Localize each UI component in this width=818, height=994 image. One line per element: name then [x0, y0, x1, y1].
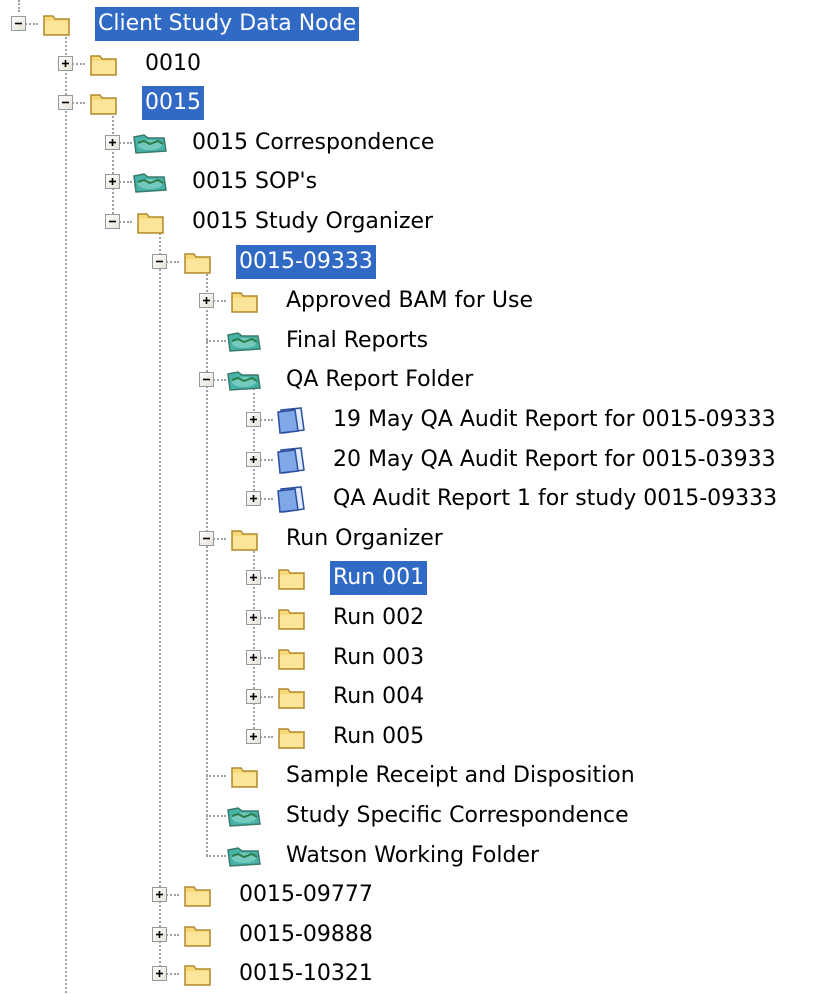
folder-icon [230, 762, 260, 794]
tree-node-0010[interactable]: 0010 [47, 44, 818, 84]
folder-icon [277, 564, 307, 596]
tree-node-run-005[interactable]: Run 005 [235, 717, 818, 757]
expand-icon[interactable] [105, 174, 120, 190]
tree-node-label[interactable]: Run 001 [330, 561, 428, 596]
network-folder-icon [224, 802, 264, 834]
tree-node-label[interactable]: Final Reports [283, 324, 431, 358]
tree-node-label[interactable]: Run 003 [330, 641, 427, 675]
tree-node-label[interactable]: Sample Receipt and Disposition [283, 759, 638, 793]
tree-node-label[interactable]: Client Study Data Node [95, 7, 360, 41]
collapse-icon[interactable] [11, 16, 26, 31]
tree-node-0015-correspondence[interactable]: 0015 Correspondence [94, 123, 818, 163]
tree-node-run-001[interactable]: Run 001 [235, 558, 818, 598]
folder-icon [277, 644, 307, 676]
expand-icon[interactable] [246, 491, 261, 507]
document-icon [275, 445, 307, 479]
folder-icon [183, 248, 213, 280]
expand-icon[interactable] [105, 134, 120, 150]
tree-node-label[interactable]: 0015 [142, 86, 204, 121]
tree-node-label[interactable]: 0015 Correspondence [189, 126, 437, 160]
tree-node-run-002[interactable]: Run 002 [235, 598, 818, 638]
expand-icon[interactable] [246, 451, 261, 467]
document-icon [275, 405, 307, 439]
tree-node-run-organizer[interactable]: Run Organizer [188, 519, 818, 559]
tree-node-label[interactable]: 0015-09777 [236, 878, 376, 912]
collapse-icon[interactable] [58, 95, 73, 111]
tree-node-label[interactable]: 20 May QA Audit Report for 0015-03933 [330, 443, 779, 477]
tree-node-0015-study-organizer[interactable]: 0015 Study Organizer [94, 202, 818, 242]
tree-node-0015-10321[interactable]: 0015-10321 [141, 954, 818, 994]
tree-node-study-specific-correspondence[interactable]: Study Specific Correspondence [188, 796, 818, 836]
tree-node-label[interactable]: QA Report Folder [283, 363, 476, 397]
tree-node-0015-09888[interactable]: 0015-09888 [141, 915, 818, 955]
tree-node-run-003[interactable]: Run 003 [235, 638, 818, 678]
tree-node-label[interactable]: Run 004 [330, 680, 427, 714]
tree-node-qa-report-folder[interactable]: QA Report Folder [188, 360, 818, 400]
network-folder-icon [130, 129, 170, 161]
tree-node-label[interactable]: Run Organizer [283, 522, 446, 556]
tree-node-label[interactable]: Study Specific Correspondence [283, 799, 632, 833]
tree-node-label[interactable]: 0015-09333 [236, 244, 376, 279]
network-folder-icon [224, 327, 264, 359]
folder-icon [89, 89, 119, 121]
expand-icon[interactable] [199, 293, 214, 309]
tree-node-qa-20-may[interactable]: 20 May QA Audit Report for 0015-03933 [235, 440, 818, 480]
tree-node-qa-audit-1[interactable]: QA Audit Report 1 for study 0015-09333 [235, 479, 818, 519]
expand-icon[interactable] [246, 610, 261, 625]
tree-node-label[interactable]: 0015-09888 [236, 918, 376, 952]
tree-node-label[interactable]: 0015-10321 [236, 957, 376, 991]
tree-node-approved-bam[interactable]: Approved BAM for Use [188, 281, 818, 321]
tree-line-vertical [65, 103, 67, 993]
tree-node-label[interactable]: 0015 SOP's [189, 165, 320, 199]
folder-icon [42, 10, 72, 42]
folder-icon [183, 881, 213, 913]
expand-icon[interactable] [246, 649, 261, 665]
tree-node-0015[interactable]: 0015 [47, 83, 818, 123]
tree-node-watson-working-folder[interactable]: Watson Working Folder [188, 836, 818, 876]
expand-icon[interactable] [152, 887, 167, 903]
tree-node-client-study-data-node[interactable]: Client Study Data Node [0, 4, 818, 44]
tree-node-label[interactable]: Run 005 [330, 720, 427, 754]
expand-icon[interactable] [246, 570, 261, 586]
expand-icon[interactable] [246, 412, 261, 427]
folder-icon [89, 50, 119, 82]
document-icon [275, 484, 307, 518]
folder-tree: Client Study Data Node 0010 0015 0015 Corre… [0, 0, 818, 993]
folder-icon [277, 604, 307, 636]
network-folder-icon [130, 168, 170, 200]
tree-node-label[interactable]: 19 May QA Audit Report for 0015-09333 [330, 403, 779, 437]
tree-node-0015-09777[interactable]: 0015-09777 [141, 875, 818, 915]
folder-icon [136, 208, 166, 240]
tree-node-label[interactable]: 0015 Study Organizer [189, 205, 436, 239]
network-folder-icon [224, 366, 264, 398]
expand-icon[interactable] [152, 966, 167, 982]
collapse-icon[interactable] [199, 372, 214, 388]
folder-icon [277, 683, 307, 715]
expand-icon[interactable] [246, 689, 261, 705]
tree-node-label[interactable]: Watson Working Folder [283, 839, 542, 873]
folder-icon [183, 960, 213, 992]
expand-icon[interactable] [58, 55, 73, 71]
network-folder-icon [224, 842, 264, 874]
tree-node-sample-receipt[interactable]: Sample Receipt and Disposition [188, 756, 818, 796]
folder-icon [230, 525, 260, 557]
tree-node-run-004[interactable]: Run 004 [235, 677, 818, 717]
tree-node-label[interactable]: Approved BAM for Use [283, 284, 536, 318]
tree-node-qa-19-may[interactable]: 19 May QA Audit Report for 0015-09333 [235, 400, 818, 440]
expand-icon[interactable] [246, 728, 261, 744]
collapse-icon[interactable] [152, 253, 167, 269]
folder-icon [277, 723, 307, 755]
tree-node-label[interactable]: Run 002 [330, 601, 427, 635]
tree-node-final-reports[interactable]: Final Reports [188, 321, 818, 361]
folder-icon [183, 921, 213, 953]
tree-node-label[interactable]: QA Audit Report 1 for study 0015-09333 [330, 482, 780, 516]
tree-line-vertical [159, 230, 161, 975]
tree-node-0015-09333[interactable]: 0015-09333 [141, 242, 818, 282]
expand-icon[interactable] [152, 926, 167, 942]
collapse-icon[interactable] [105, 214, 120, 229]
collapse-icon[interactable] [199, 530, 214, 546]
folder-icon [230, 287, 260, 319]
tree-node-0015-sops[interactable]: 0015 SOP's [94, 162, 818, 202]
tree-node-label[interactable]: 0010 [142, 47, 204, 81]
